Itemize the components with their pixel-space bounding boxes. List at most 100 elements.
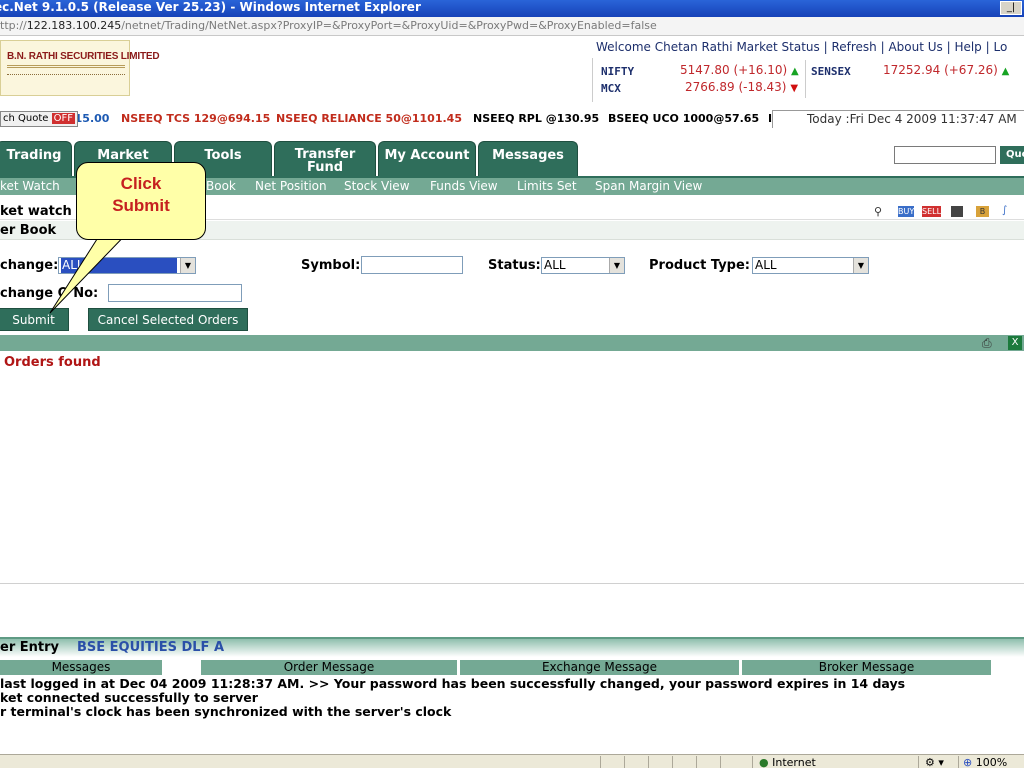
tab-order-message[interactable]: Order Message [201, 660, 458, 675]
subnav-order-book[interactable]: Book [206, 178, 236, 194]
excel-export-icon[interactable]: X [1008, 336, 1022, 350]
protected-mode-icon[interactable]: ⚙ ▾ [918, 756, 956, 768]
quote-search-input[interactable] [894, 146, 996, 164]
index-name-mcx: MCX [601, 82, 621, 95]
click-submit-callout: Click Submit [76, 162, 206, 240]
index-name-sensex: SENSEX [811, 65, 851, 78]
ticker-item: NSEEQ TCS 129@694.15 [121, 112, 271, 125]
header-link-market-status[interactable]: Market Status [736, 40, 819, 54]
product-type-select-value: ALL [755, 258, 777, 272]
header-link-about-us[interactable]: About Us [888, 40, 942, 54]
market-watch-title: ket watch [0, 204, 72, 219]
tab-messages-column[interactable]: Messages [0, 660, 163, 675]
message-line: ket connected successfully to server [0, 690, 258, 705]
window-title-bar: ec.Net 9.1.0.5 (Release Ver 25.23) - Win… [0, 0, 1024, 17]
callout-line-2: Submit [112, 196, 170, 215]
status-cell [648, 756, 672, 768]
logo-rule-2 [7, 74, 125, 77]
callout-line-1: Click [120, 174, 162, 193]
arrow-up-icon: ▲ [791, 66, 799, 77]
subnav-limits-set[interactable]: Limits Set [517, 178, 577, 194]
sell-icon[interactable]: SELL [922, 206, 941, 217]
chevron-down-icon[interactable]: ▼ [180, 258, 195, 273]
subnav-funds-view[interactable]: Funds View [430, 178, 498, 194]
index-value-sensex: 17252.94 (+67.26) ▲ [883, 63, 1010, 77]
no-orders-text: Orders found [4, 355, 101, 370]
subnav-market-watch[interactable]: ket Watch [0, 178, 60, 194]
welcome-bar: Welcome Chetan Rathi Market Status | Ref… [596, 40, 1024, 54]
link-sep: | [819, 40, 832, 54]
header-link-refresh[interactable]: Refresh [831, 40, 876, 54]
switch-quote-toggle[interactable]: ch Quote OFF [0, 111, 78, 127]
message-line: last logged in at Dec 04 2009 11:28:37 A… [0, 677, 906, 691]
order-entry-symbol: BSE EQUITIES DLF A [77, 640, 225, 655]
tab-trading[interactable]: Trading [0, 141, 72, 177]
zone-label: Internet [772, 756, 816, 768]
zoom-control[interactable]: ⊕ 100% [958, 756, 1024, 768]
order-entry-title: er Entry [0, 640, 59, 655]
browser-status-bar: ● Internet ⚙ ▾ ⊕ 100% [0, 754, 1024, 768]
status-select-value: ALL [544, 258, 566, 272]
logo-text: B.N. RATHI SECURITIES LIMITED [7, 51, 160, 62]
switch-quote-state: OFF [51, 113, 75, 124]
address-prefix: ttp:// [0, 19, 27, 32]
logo-rule [7, 65, 125, 68]
message-line: r terminal's clock has been synchronized… [0, 704, 452, 719]
product-type-select[interactable]: ALL ▼ [752, 257, 869, 274]
window-control-button[interactable]: _| [1000, 1, 1022, 15]
arrow-down-icon: ▼ [790, 83, 799, 94]
message-log: last logged in at Dec 04 2009 11:28:37 A… [0, 677, 1024, 753]
chevron-down-icon[interactable]: ▼ [853, 258, 868, 273]
order-entry-bar: er Entry BSE EQUITIES DLF A [0, 637, 1024, 657]
tab-messages[interactable]: Messages [478, 141, 578, 177]
welcome-text: Welcome Chetan Rathi [596, 40, 733, 54]
quote-button[interactable]: Quo [1000, 146, 1024, 164]
status-cell [672, 756, 696, 768]
ticker-item: BSEEQ UCO 1000@57.65 [608, 112, 760, 125]
print-icon[interactable]: ⎙ [982, 336, 992, 351]
index-divider [805, 60, 806, 98]
company-logo: B.N. RATHI SECURITIES LIMITED [0, 40, 160, 96]
zoom-icon: ⊕ [963, 756, 973, 768]
tab-my-account[interactable]: My Account [378, 141, 476, 177]
globe-icon: ● [759, 756, 769, 768]
status-select[interactable]: ALL ▼ [541, 257, 625, 274]
ticker-item: NSEEQ RELIANCE 50@1101.45 [276, 112, 462, 125]
address-bar[interactable]: ttp://122.183.100.245/netnet/Trading/Net… [0, 17, 1024, 36]
tab-transfer-fund[interactable]: Transfer Fund [274, 141, 376, 177]
subnav-stock-view[interactable]: Stock View [344, 178, 410, 194]
book-icon[interactable]: B [976, 206, 989, 217]
address-host: 122.183.100.245 [26, 19, 122, 32]
index-value-mcx: 2766.89 (-18.43) ▼ [685, 80, 799, 94]
magnifier-icon[interactable]: ⚲ [874, 205, 882, 218]
window-title: ec.Net 9.1.0.5 (Release Ver 25.23) - Win… [0, 0, 421, 14]
link-sep: | [981, 40, 994, 54]
index-box: NIFTY 5147.80 (+16.10) ▲ SENSEX 17252.94… [592, 58, 1024, 102]
subnav-net-position[interactable]: Net Position [255, 178, 327, 194]
panel-divider [0, 583, 1024, 584]
index-value-nifty: 5147.80 (+16.10) ▲ [680, 63, 799, 77]
symbol-input[interactable] [361, 256, 463, 274]
header-link-logout[interactable]: Lo [993, 40, 1007, 54]
status-cell [624, 756, 648, 768]
chart-icon[interactable]: ∫ [1002, 205, 1007, 216]
header-link-help[interactable]: Help [954, 40, 981, 54]
today-datetime: Today :Fri Dec 4 2009 11:37:47 AM [772, 110, 1024, 128]
link-sep: | [876, 40, 889, 54]
ticker-item: NSEEQ RPL @130.95 [473, 112, 600, 125]
symbol-label: Symbol: [301, 258, 361, 273]
tab-broker-message[interactable]: Broker Message [742, 660, 992, 675]
arrow-up-icon: ▲ [1001, 66, 1010, 77]
link-sep: | [942, 40, 955, 54]
product-type-label: Product Type: [649, 258, 750, 273]
order-entry-icon[interactable] [951, 206, 963, 217]
tab-exchange-message[interactable]: Exchange Message [460, 660, 740, 675]
security-zone: ● Internet [752, 756, 912, 768]
buy-icon[interactable]: BUY [898, 206, 914, 217]
zoom-level: 100% [975, 756, 1008, 768]
status-cell [720, 756, 744, 768]
status-cell [696, 756, 720, 768]
subnav-span-margin-view[interactable]: Span Margin View [595, 178, 702, 194]
switch-quote-label: ch Quote [3, 113, 49, 124]
chevron-down-icon[interactable]: ▼ [609, 258, 624, 273]
